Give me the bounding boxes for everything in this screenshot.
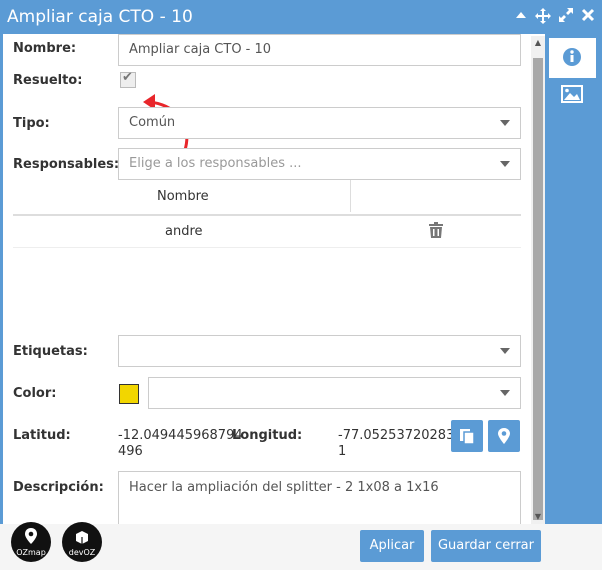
copy-coordinates-button[interactable]: [451, 420, 483, 452]
responsables-placeholder: Elige a los responsables ...: [129, 156, 302, 171]
scroll-up-icon[interactable]: ▲: [533, 38, 543, 48]
chevron-down-icon: [500, 161, 510, 167]
responsables-select[interactable]: Elige a los responsables ...: [118, 148, 521, 180]
tipo-label: Tipo:: [13, 116, 50, 131]
image-icon: [561, 85, 583, 103]
scroll-thumb[interactable]: [533, 58, 543, 520]
dialog-footer: OZmap devOZ Aplicar Guardar cerrar: [0, 522, 602, 570]
longitud-value-line2: 1: [338, 444, 347, 459]
resuelto-label: Resuelto:: [13, 73, 83, 88]
dialog-window: Ampliar caja CTO - 10 Nombre: Ampliar ca…: [0, 0, 602, 570]
collapse-icon[interactable]: [513, 8, 529, 24]
copy-icon: [460, 429, 475, 445]
maximize-icon[interactable]: [558, 8, 574, 24]
table-row: andre: [13, 214, 521, 248]
descripcion-label: Descripción:: [13, 480, 104, 495]
nombre-input[interactable]: Ampliar caja CTO - 10: [118, 34, 521, 66]
row-name: andre: [165, 224, 203, 239]
tipo-value: Común: [129, 115, 176, 130]
resuelto-checkbox[interactable]: ✔: [120, 70, 136, 88]
save-close-button[interactable]: Guardar cerrar: [431, 530, 541, 562]
info-icon: [563, 48, 581, 66]
latitud-value-line2: 496: [118, 444, 143, 459]
ozmap-logo[interactable]: OZmap: [11, 522, 51, 562]
longitud-label: Longitud:: [232, 428, 303, 443]
color-select[interactable]: [148, 377, 521, 409]
devoz-logo-text: devOZ: [68, 548, 96, 557]
table-header-nombre[interactable]: Nombre: [157, 189, 209, 204]
tab-images[interactable]: [549, 74, 596, 114]
vertical-scrollbar[interactable]: ▲ ▼: [531, 36, 545, 524]
column-divider: [350, 180, 351, 212]
color-label: Color:: [13, 386, 57, 401]
checkmark-icon: ✔: [122, 70, 133, 85]
tipo-select[interactable]: Común: [118, 107, 521, 139]
chevron-down-icon: [500, 348, 510, 354]
color-swatch[interactable]: [119, 384, 139, 404]
chevron-down-icon: [500, 390, 510, 396]
apply-button[interactable]: Aplicar: [360, 530, 424, 562]
descripcion-textarea[interactable]: Hacer la ampliación del splitter - 2 1x0…: [118, 471, 521, 524]
locate-on-map-button[interactable]: [488, 420, 520, 452]
longitud-value-line1: -77.052537202835: [338, 428, 463, 443]
window-title: Ampliar caja CTO - 10: [7, 7, 193, 27]
responsables-label: Responsables:: [13, 157, 120, 172]
map-pin-icon: [498, 428, 510, 444]
close-icon[interactable]: [580, 8, 596, 24]
latitud-value-line1: -12.049445968794: [118, 428, 243, 443]
side-tabs: [545, 34, 602, 524]
form-content: Nombre: Ampliar caja CTO - 10 Resuelto: …: [3, 34, 545, 524]
etiquetas-label: Etiquetas:: [13, 344, 88, 359]
etiquetas-select[interactable]: [118, 335, 521, 367]
title-bar[interactable]: Ampliar caja CTO - 10: [0, 0, 602, 34]
responsables-table-header: Nombre: [13, 180, 521, 216]
latitud-label: Latitud:: [13, 428, 71, 443]
tab-info[interactable]: [549, 38, 596, 78]
descripcion-value: Hacer la ampliación del splitter - 2 1x0…: [129, 480, 439, 495]
trash-icon[interactable]: [429, 222, 443, 238]
move-icon[interactable]: [535, 8, 551, 24]
latitud-value: -12.049445968794 496: [118, 428, 243, 460]
nombre-value: Ampliar caja CTO - 10: [129, 42, 272, 57]
chevron-down-icon: [500, 120, 510, 126]
nombre-label: Nombre:: [13, 41, 77, 56]
devoz-logo[interactable]: devOZ: [62, 522, 102, 562]
scroll-down-icon[interactable]: ▼: [533, 512, 543, 522]
ozmap-logo-text: OZmap: [16, 548, 46, 557]
longitud-value: -77.052537202835 1: [338, 428, 463, 460]
